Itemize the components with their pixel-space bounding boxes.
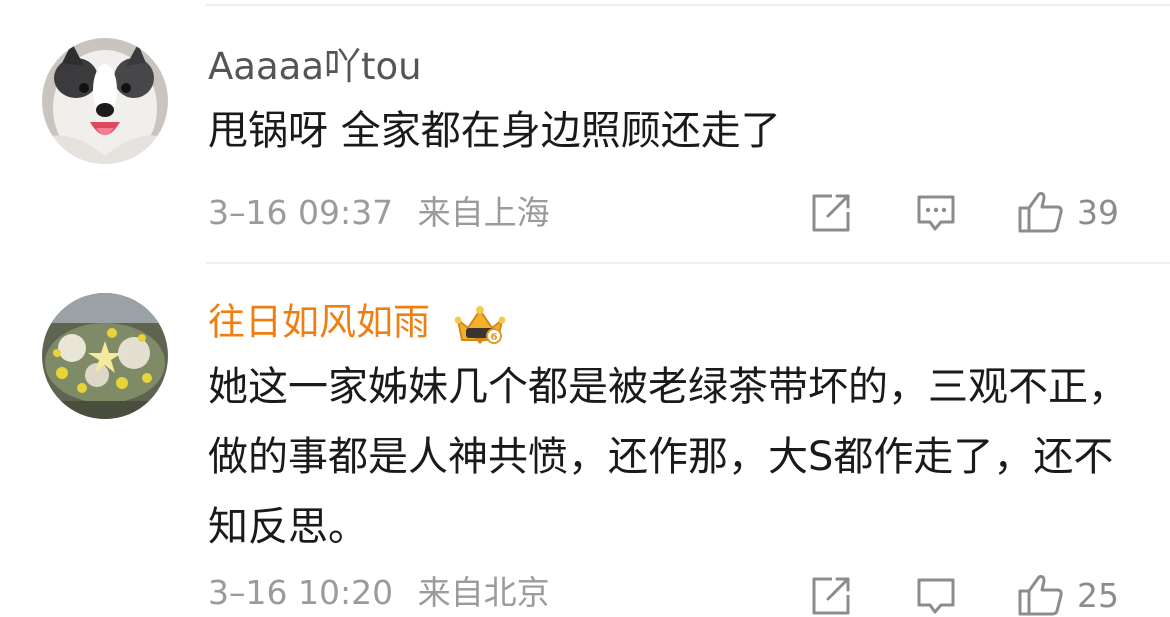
thumbs-up-icon: [1018, 192, 1063, 233]
username[interactable]: Aaaaa吖tou: [208, 48, 422, 85]
comment-icon: [917, 578, 955, 614]
username[interactable]: 往日如风如雨 6: [208, 302, 508, 346]
username-text[interactable]: 往日如风如雨: [208, 301, 430, 344]
username-text[interactable]: Aaaaa吖tou: [208, 45, 422, 88]
like-button[interactable]: 39: [1017, 190, 1119, 234]
comment-divider: [206, 262, 1170, 264]
comment-location: 来自北京: [417, 573, 550, 612]
share-icon: [812, 194, 850, 232]
share-icon: [812, 577, 850, 615]
like-count: 25: [1077, 575, 1119, 615]
flowers-avatar-icon: [42, 293, 168, 419]
comment-time: 3–16 09:37: [208, 193, 394, 232]
like-count: 39: [1077, 192, 1119, 232]
comment-button[interactable]: [915, 576, 957, 616]
comment-location: 来自上海: [417, 193, 550, 232]
comment-meta: 3–16 10:20 来自北京: [208, 576, 550, 609]
comment-text: 甩锅呀 全家都在身边照顾还走了: [208, 108, 781, 154]
svg-text:6: 6: [490, 332, 497, 343]
comment-button[interactable]: [915, 193, 957, 233]
share-button[interactable]: [810, 576, 852, 616]
vip-crown-badge-icon[interactable]: 6: [452, 302, 508, 346]
like-button[interactable]: 25: [1017, 573, 1119, 617]
share-button[interactable]: [810, 193, 852, 233]
dog-avatar-icon: [42, 38, 168, 164]
comment-icon: [917, 195, 955, 231]
thumbs-up-icon: [1018, 575, 1063, 616]
comment-meta: 3–16 09:37 来自上海: [208, 196, 550, 229]
top-divider: [206, 4, 1170, 6]
avatar[interactable]: [42, 38, 168, 164]
avatar[interactable]: [42, 293, 168, 419]
comment-time: 3–16 10:20: [208, 573, 394, 612]
comment-text: 她这一家姊妹几个都是被老绿茶带坏的，三观不正，做的事都是人神共愤，还作那，大S都…: [208, 364, 1128, 550]
